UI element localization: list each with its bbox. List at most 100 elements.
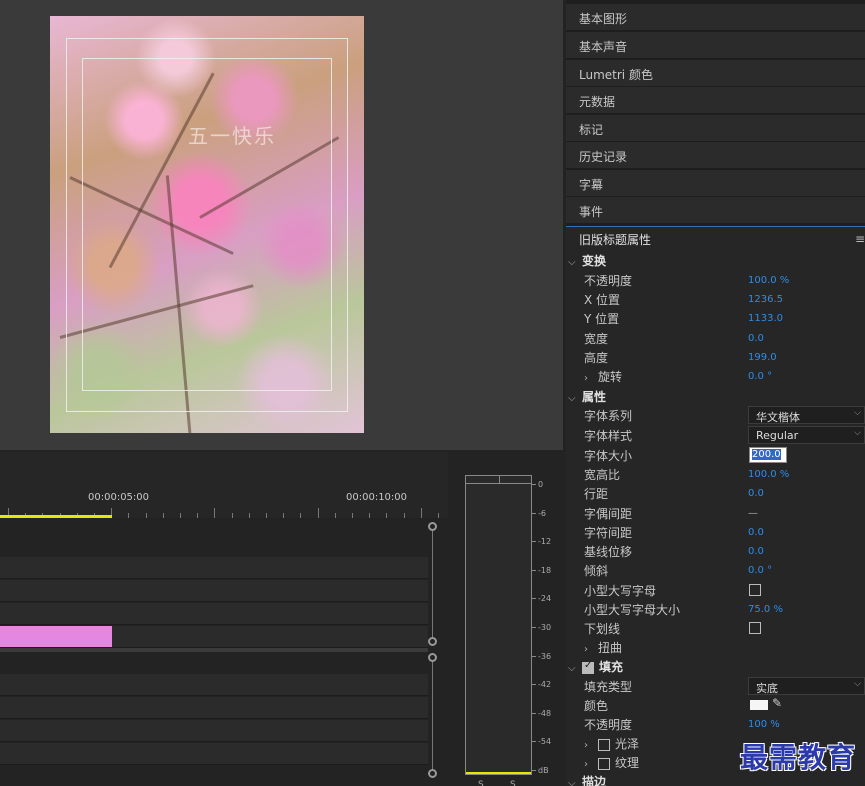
section-properties[interactable]: ⌵ 属性 (568, 388, 606, 405)
scroll-handle[interactable] (428, 769, 437, 778)
select-value: 实底 (756, 682, 778, 695)
ruler-tick (334, 513, 336, 518)
texture-row[interactable]: › 纹理 (584, 754, 639, 771)
baseline-shift-value[interactable]: 0.0 (748, 546, 764, 557)
prop-label: 光泽 (615, 737, 640, 751)
tracking-value[interactable]: 0.0 (748, 527, 764, 538)
scroll-handle[interactable] (428, 637, 437, 646)
prop-label: 基线位移 (584, 545, 633, 559)
timeline-track[interactable] (0, 720, 428, 742)
rotation-value[interactable]: 0.0 ° (748, 371, 772, 382)
chevron-down-icon: ⌵ (854, 428, 861, 438)
y-position-value[interactable]: 1133.0 (748, 313, 783, 324)
fill-opacity-value[interactable]: 100 % (748, 719, 780, 730)
kerning-value[interactable]: — (748, 508, 758, 519)
title-text-overlay[interactable]: 五一快乐 (188, 120, 276, 149)
chevron-down-icon: ⌵ (854, 408, 861, 418)
font-family-select[interactable]: 华文楷体 ⌵ (748, 406, 865, 424)
timeline-track[interactable] (0, 743, 428, 765)
db-label: -54 (538, 737, 552, 747)
panel-events[interactable]: 事件 (566, 197, 865, 223)
db-tick (532, 770, 536, 771)
db-label: -6 (538, 508, 546, 518)
ruler-tick (352, 513, 353, 518)
panel-captions[interactable]: 字幕 (566, 170, 865, 196)
db-tick (532, 541, 536, 543)
section-transform[interactable]: ⌵ 变换 (568, 252, 606, 269)
panel-label: 基本声音 (579, 40, 628, 54)
timeline-clip[interactable] (0, 626, 112, 647)
ruler-tick (266, 513, 267, 518)
scroll-handle[interactable] (428, 522, 437, 531)
eyedropper-icon[interactable]: ✎ (772, 696, 782, 710)
panel-label: 历史记录 (579, 150, 628, 164)
panel-label: 元数据 (579, 95, 616, 109)
panel-markers[interactable]: 标记 (566, 115, 865, 141)
prop-label: 小型大写字母 (584, 584, 657, 598)
chevron-right-icon: › (584, 740, 588, 751)
x-position-value[interactable]: 1236.5 (748, 294, 783, 305)
panel-lumetri-color[interactable]: Lumetri 颜色 (566, 60, 865, 86)
leading-value[interactable]: 0.0 (748, 488, 764, 499)
timeline-track[interactable] (0, 557, 428, 579)
timeline-track[interactable] (0, 580, 428, 602)
db-label: -48 (538, 708, 552, 718)
distort-row[interactable]: › 扭曲 (584, 639, 622, 656)
timeline-track[interactable] (0, 603, 428, 625)
db-label: -18 (538, 565, 552, 575)
section-label: 描边 (582, 775, 607, 786)
fill-type-select[interactable]: 实底 ⌵ (748, 677, 865, 695)
timeline-track[interactable] (0, 674, 428, 696)
work-area-bar[interactable] (0, 515, 112, 518)
db-label: dB (538, 766, 549, 775)
solo-button[interactable]: S (510, 780, 516, 786)
scroll-handle[interactable] (428, 653, 437, 662)
texture-checkbox[interactable] (598, 757, 610, 770)
section-fill[interactable]: ⌵ 填充 (568, 658, 623, 675)
db-tick (532, 569, 536, 571)
panel-history[interactable]: 历史记录 (566, 142, 865, 168)
vertical-scrollbar[interactable] (432, 662, 433, 772)
prop-label: 宽高比 (584, 468, 621, 482)
db-tick (532, 655, 536, 657)
timeline-track[interactable] (0, 697, 428, 719)
panel-metadata[interactable]: 元数据 (566, 87, 865, 113)
height-value[interactable]: 199.0 (748, 352, 777, 363)
small-caps-size-value[interactable]: 75.0 % (748, 604, 783, 615)
sheen-checkbox[interactable] (598, 738, 610, 751)
video-preview[interactable]: 五一快乐 (50, 16, 364, 433)
prop-label: 行距 (584, 487, 609, 501)
db-tick (532, 741, 536, 743)
slant-value[interactable]: 0.0 ° (748, 565, 772, 576)
sheen-row[interactable]: › 光泽 (584, 735, 639, 752)
chevron-down-icon: ⌵ (568, 778, 576, 786)
chevron-down-icon: ⌵ (568, 257, 576, 268)
audio-meter-panel: 0 -6 -12 -18 -24 -30 -36 -42 -48 -54 dB S S (452, 452, 565, 786)
small-caps-checkbox[interactable] (749, 584, 761, 596)
opacity-value[interactable]: 100.0 % (748, 275, 789, 286)
watermark-logo: 最需教育 (740, 741, 857, 774)
font-size-input[interactable]: 200.0 (749, 447, 787, 463)
vertical-scrollbar[interactable] (432, 530, 433, 640)
panel-essential-sound[interactable]: 基本声音 (566, 32, 865, 58)
underline-checkbox[interactable] (749, 622, 761, 634)
aspect-value[interactable]: 100.0 % (748, 469, 789, 480)
timeline-panel: 00:00:05:00 00:00:10:00 (0, 452, 448, 786)
prop-label: 旋转 (598, 370, 623, 384)
db-label: -24 (538, 594, 552, 604)
width-value[interactable]: 0.0 (748, 333, 764, 344)
ruler-tick (248, 513, 250, 518)
panel-menu-icon[interactable]: ≡ (855, 232, 865, 246)
time-ruler[interactable]: 00:00:05:00 00:00:10:00 (0, 452, 448, 518)
section-stroke[interactable]: ⌵ 描边 (568, 773, 606, 786)
section-label: 填充 (599, 660, 624, 674)
fill-color-swatch[interactable] (750, 700, 768, 710)
panel-essential-graphics[interactable]: 基本图形 (566, 4, 865, 30)
font-style-select[interactable]: Regular ⌵ (748, 426, 865, 444)
chevron-right-icon: › (584, 644, 588, 655)
fill-checkbox[interactable] (582, 660, 594, 674)
video-audio-divider[interactable] (0, 648, 428, 652)
prop-label: 不透明度 (584, 274, 633, 288)
rotation-row[interactable]: › 旋转 (584, 368, 622, 385)
solo-button[interactable]: S (478, 780, 484, 786)
